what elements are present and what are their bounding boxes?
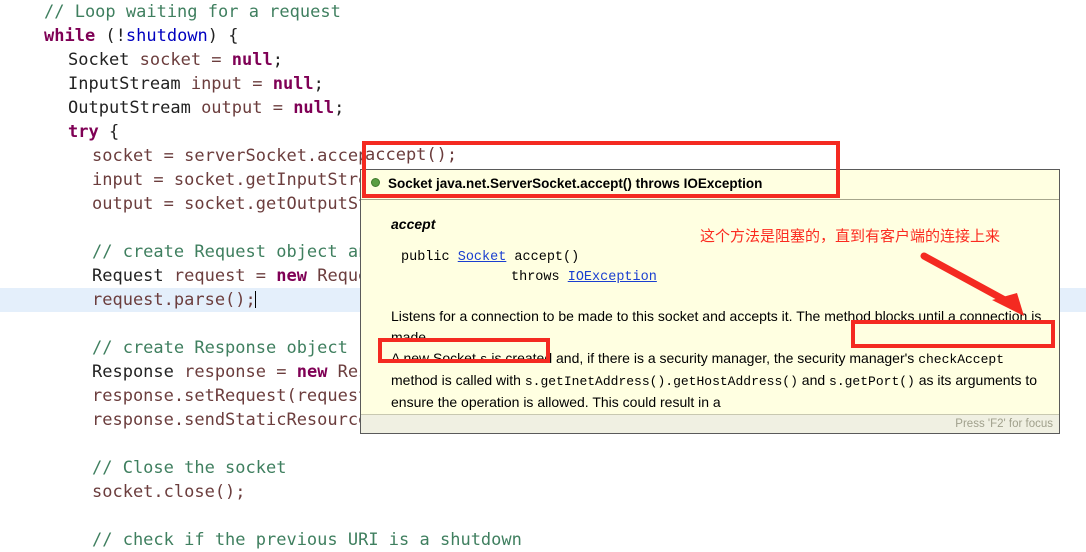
throws-keyword: throws [511, 270, 568, 285]
code-line[interactable]: // Loop waiting for a request [0, 0, 1086, 24]
popup-focus-hint: Press 'F2' for focus [361, 414, 1059, 433]
code-token: socket = [129, 50, 232, 70]
code-line[interactable]: Socket socket = null; [0, 48, 1086, 72]
code-token: OutputStream [68, 98, 191, 118]
code-token: while [44, 26, 96, 46]
code-token: Socket [68, 50, 130, 70]
code-token: { [98, 122, 120, 142]
code-token: (! [95, 26, 126, 46]
code-line[interactable]: OutputStream output = null; [0, 96, 1086, 120]
code-token: socket.close(); [92, 482, 246, 502]
code-token: // Loop waiting for a request [44, 2, 341, 22]
code-token: // create Response object [92, 338, 348, 358]
paragraph-2-text-d: and [797, 372, 830, 388]
code-line[interactable]: // check if the previous URI is a shutdo… [0, 528, 1086, 552]
code-token: try [68, 122, 99, 142]
code-line[interactable]: try { [0, 120, 1086, 144]
paragraph-2-text-c: method is called with [391, 372, 525, 388]
paragraph-1-text-a: Listens for a connection to be made to t… [391, 308, 797, 324]
annotation-chinese-note: 这个方法是阻塞的，直到有客户端的连接上来 [700, 227, 1001, 245]
code-token: ; [334, 98, 345, 118]
code-token: new [296, 362, 328, 382]
code-token: request.parse(); [92, 290, 256, 310]
code-line-accept-strip: accept(); [362, 142, 1058, 169]
code-token: // Close the socket [92, 458, 287, 478]
code-token: output = [190, 98, 294, 118]
code-token: ; [313, 74, 324, 94]
popup-header-text: Socket java.net.ServerSocket.accept() th… [388, 176, 763, 191]
code-token: input = [180, 74, 273, 94]
code-line[interactable] [0, 432, 1086, 456]
code-token: response = [173, 362, 297, 382]
signature-return-type-link[interactable]: Socket [458, 250, 507, 265]
paragraph-2-code-gethostaddress: s.getInetAddress().getHostAddress() [524, 374, 798, 389]
popup-header: Socket java.net.ServerSocket.accept() th… [361, 170, 1059, 200]
signature-method: accept() [506, 250, 580, 265]
signature-throws-line: throws IOException [511, 268, 1043, 288]
paragraph-2-text-b: is created and, if there is a security m… [487, 350, 919, 366]
code-token: ; [272, 50, 283, 70]
signature-modifier: public [401, 250, 458, 265]
javadoc-paragraph-2: A new Socket s is created and, if there … [391, 348, 1043, 413]
code-token: null [231, 50, 273, 70]
code-token: response.sendStaticResource(); [92, 410, 400, 430]
code-line[interactable] [0, 504, 1086, 528]
code-strip-text: accept(); [365, 145, 458, 165]
code-line[interactable]: // Close the socket [0, 456, 1086, 480]
code-token: shutdown [125, 26, 208, 46]
code-token: InputStream [68, 74, 181, 94]
code-token: request = [163, 266, 277, 286]
text-cursor [254, 291, 256, 308]
paragraph-2-text-a: A new Socket [391, 350, 480, 366]
code-token: null [272, 74, 314, 94]
paragraph-2-code-checkaccept: checkAccept [918, 352, 1005, 367]
javadoc-hover-popup[interactable]: Socket java.net.ServerSocket.accept() th… [360, 169, 1060, 434]
code-token: Request [92, 266, 164, 286]
code-token: response.setRequest(request); [92, 386, 389, 406]
code-line[interactable]: InputStream input = null; [0, 72, 1086, 96]
code-line[interactable]: socket.close(); [0, 480, 1086, 504]
throws-exception-link[interactable]: IOException [568, 270, 657, 285]
paragraph-2-code-s: s [479, 352, 488, 367]
javadoc-paragraph-1: Listens for a connection to be made to t… [391, 306, 1043, 348]
paragraph-2-code-getport: s.getPort() [829, 374, 915, 389]
code-token: ) { [207, 26, 239, 46]
method-bullet-icon [371, 178, 380, 187]
javadoc-signature: public Socket accept() throws IOExceptio… [401, 248, 1043, 288]
code-token: new [276, 266, 307, 286]
code-token: null [293, 98, 335, 118]
code-line[interactable]: while (!shutdown) { [0, 24, 1086, 48]
code-token: Response [92, 362, 174, 382]
code-token: // check if the previous URI is a shutdo… [92, 530, 522, 550]
